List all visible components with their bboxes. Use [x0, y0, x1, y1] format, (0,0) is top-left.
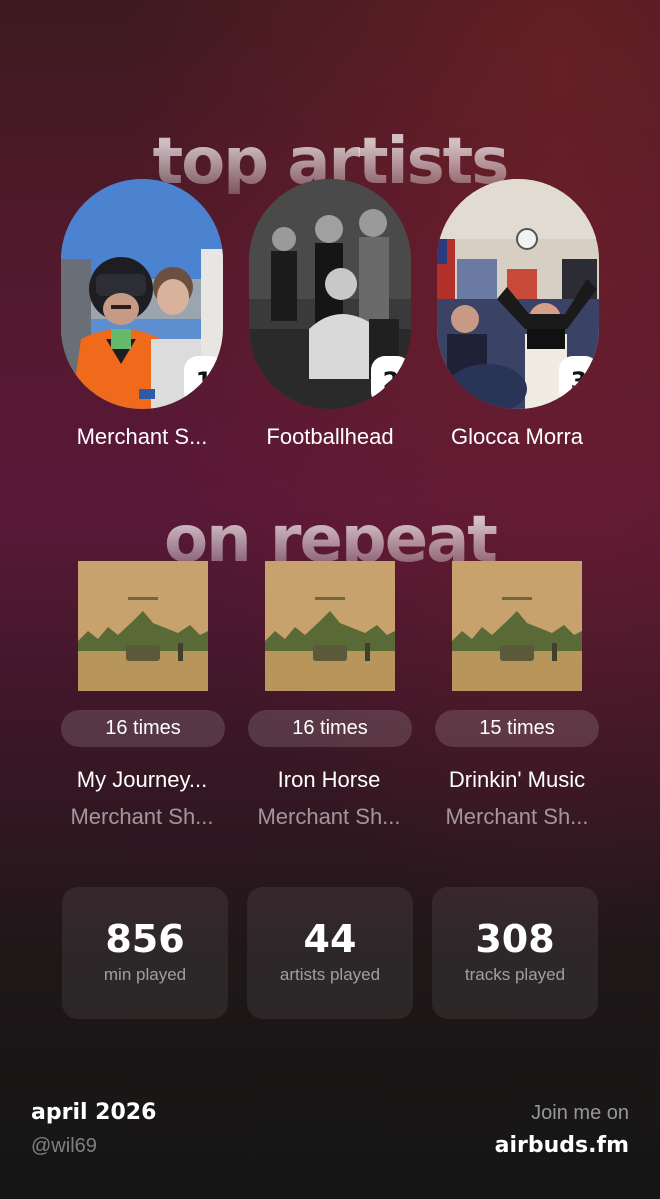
stat-card-minutes: 856 min played	[62, 887, 228, 1019]
track-title-3: Drinkin' Music	[448, 767, 586, 792]
rank-badge-3: 3	[559, 356, 599, 406]
footer-join-text: Join me on	[531, 1102, 629, 1124]
album-cover-art-icon	[78, 561, 208, 691]
rank-badge-1: 1	[184, 356, 223, 406]
stat-value-tracks: 308	[475, 917, 555, 961]
artist-card-3[interactable]: 3	[437, 179, 599, 409]
track-artist-3: Merchant Sh...	[445, 804, 589, 829]
stat-value-artists: 44	[303, 917, 357, 961]
rank-badge-2: 2	[371, 356, 411, 406]
track-cover-3[interactable]	[452, 561, 582, 691]
artist-card-1[interactable]: 1	[61, 179, 223, 409]
footer-handle[interactable]: @wil69	[31, 1135, 97, 1158]
artist-name-2: Footballhead	[266, 424, 394, 449]
play-count-badge-1: 16 times	[61, 710, 225, 747]
stat-card-tracks: 308 tracks played	[432, 887, 598, 1019]
artist-card-2[interactable]: 2	[249, 179, 411, 409]
track-title-2: Iron Horse	[277, 767, 381, 792]
stat-value-minutes: 856	[105, 917, 185, 961]
track-artist-1: Merchant Sh...	[70, 804, 214, 829]
stat-label-tracks: tracks played	[464, 965, 566, 984]
stat-label-minutes: min played	[103, 965, 187, 984]
album-cover-art-icon	[452, 561, 582, 691]
play-count-badge-2: 16 times	[248, 710, 412, 747]
artist-name-3: Glocca Morra	[450, 424, 584, 449]
footer-month: april 2026	[31, 1100, 157, 1125]
stat-card-artists: 44 artists played	[247, 887, 413, 1019]
stat-label-artists: artists played	[279, 965, 381, 984]
album-cover-art-icon	[265, 561, 395, 691]
track-artist-2: Merchant Sh...	[257, 804, 401, 829]
play-count-badge-3: 15 times	[435, 710, 599, 747]
track-cover-2[interactable]	[265, 561, 395, 691]
footer-site-link[interactable]: airbuds.fm	[495, 1133, 629, 1158]
artist-name-1: Merchant S...	[76, 424, 208, 449]
track-title-1: My Journey...	[76, 767, 208, 792]
track-cover-1[interactable]	[78, 561, 208, 691]
